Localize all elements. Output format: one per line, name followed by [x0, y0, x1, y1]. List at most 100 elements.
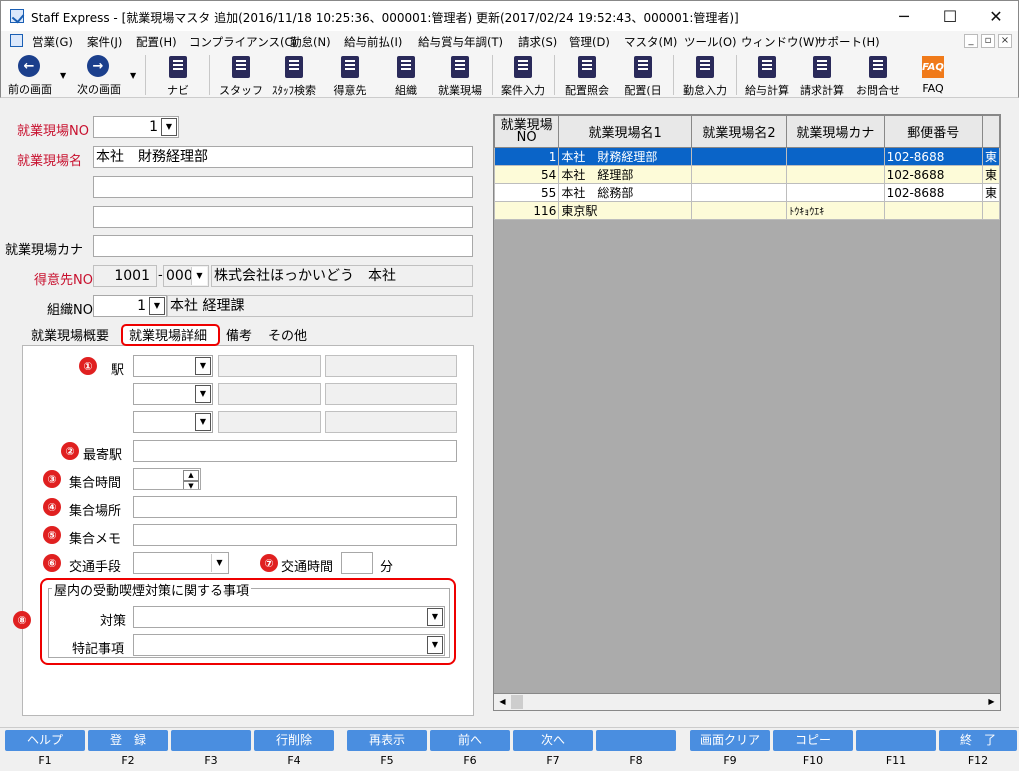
chevron-down-icon: ▼ [211, 554, 227, 572]
table-row[interactable]: 55 本社 総務部 102-8688 東 [494, 183, 1000, 202]
meeting-place-label: 集合場所 [69, 504, 122, 519]
menu-sales[interactable]: 営業(G) [32, 34, 73, 50]
menu-tools[interactable]: ツール(O) [684, 34, 737, 50]
meeting-memo-field[interactable] [133, 524, 457, 546]
menu-window[interactable]: ウィンドウ(W) [741, 34, 819, 50]
column-header-kana[interactable]: 就業現場カナ [786, 115, 885, 148]
site-no-select[interactable]: 1 ▼ [93, 116, 179, 138]
marker-4: ④ [43, 498, 61, 516]
menu-advance-pay[interactable]: 給与前払(I) [344, 34, 402, 50]
tab-site-details[interactable]: 就業現場詳細 [129, 325, 207, 344]
work-site-button[interactable]: 就業現場 [432, 53, 488, 97]
menu-compliance[interactable]: コンプライアンス(C) [189, 34, 297, 50]
scroll-thumb[interactable] [511, 695, 523, 709]
menu-payroll[interactable]: 給与賞与年調(T) [418, 34, 503, 50]
transport-select[interactable]: ▼ [133, 552, 229, 574]
f12-exit-button[interactable]: 終 了 [939, 730, 1017, 751]
f11-button[interactable] [856, 730, 936, 751]
prev-dropdown-icon[interactable]: ▼ [60, 71, 66, 80]
mdi-restore-button[interactable]: ▫ [981, 34, 995, 48]
tab-site-overview[interactable]: 就業現場概要 [31, 325, 109, 344]
f4-delete-row-button[interactable]: 行削除 [254, 730, 334, 751]
nearest-station-field[interactable] [133, 440, 457, 462]
special-note-select[interactable]: ▼ [133, 634, 445, 656]
f1-help-button[interactable]: ヘルプ [5, 730, 85, 751]
menu-billing[interactable]: 請求(S) [518, 34, 557, 50]
attendance-entry-button[interactable]: 勤怠入力 [677, 53, 733, 97]
org-no-select[interactable]: 1 ▼ [93, 295, 167, 317]
job-entry-button[interactable]: 案件入力 [497, 53, 549, 97]
site-kana-field[interactable] [93, 235, 473, 257]
column-header-extra[interactable] [981, 115, 1000, 148]
customer-no-separator: - [158, 268, 163, 283]
arrow-right-icon: → [87, 55, 109, 77]
site-name3-field[interactable] [93, 206, 473, 228]
assignment-day-button[interactable]: 配置(日 [617, 53, 669, 97]
org-name-field: 本社 経理課 [167, 295, 473, 317]
menu-admin[interactable]: 管理(D) [569, 34, 610, 50]
next-dropdown-icon[interactable]: ▼ [130, 71, 136, 80]
f5-refresh-button[interactable]: 再表示 [347, 730, 427, 751]
table-row[interactable]: 1 本社 財務経理部 102-8688 東 [494, 147, 1000, 166]
menu-attendance[interactable]: 勤怠(N) [290, 34, 331, 50]
site-list-grid[interactable]: 就業現場 NO 就業現場名1 就業現場名2 就業現場カナ 郵便番号 1 本社 財… [493, 114, 1001, 711]
chevron-down-icon: ▼ [195, 357, 211, 375]
menu-support[interactable]: サポート(H) [816, 34, 880, 50]
mdi-minimize-button[interactable]: _ [964, 34, 978, 48]
f10-copy-button[interactable]: コピー [773, 730, 853, 751]
next-screen-button[interactable]: → 次の画面 [73, 53, 125, 97]
f9-clear-screen-button[interactable]: 画面クリア [690, 730, 770, 751]
table-row[interactable]: 54 本社 経理部 102-8688 東 [494, 165, 1000, 184]
f8-button[interactable] [596, 730, 676, 751]
tab-notes[interactable]: 備考 [226, 325, 252, 344]
toolbar: ← 前の画面 ▼ → 次の画面 ▼ ナビ スタッフ ｽﾀｯﾌ検索 得意先 組織 … [0, 51, 1019, 98]
column-header-no[interactable]: 就業現場 NO [494, 115, 560, 148]
f6-previous-button[interactable]: 前へ [430, 730, 510, 751]
staff-button[interactable]: スタッフ [219, 53, 263, 97]
organization-button[interactable]: 組織 [384, 53, 428, 97]
assignment-inquiry-button[interactable]: 配置照会 [561, 53, 613, 97]
menu-jobs[interactable]: 案件(J) [87, 34, 122, 50]
close-button[interactable]: ✕ [973, 1, 1019, 32]
app-icon [10, 9, 24, 23]
station-line-select-1[interactable]: ▼ [133, 355, 213, 377]
maximize-button[interactable]: ☐ [927, 1, 973, 32]
navi-button[interactable]: ナビ [158, 53, 198, 97]
scroll-right-icon[interactable]: ▶ [984, 695, 999, 709]
meeting-time-field[interactable]: ▲ ▼ [133, 468, 201, 490]
f2-register-button[interactable]: 登 録 [88, 730, 168, 751]
customer-branch-select[interactable]: 000 ▼ [163, 265, 209, 287]
column-header-name1[interactable]: 就業現場名1 [558, 115, 692, 148]
navi-icon [169, 56, 187, 78]
spinner-icon[interactable]: ▲ ▼ [183, 470, 199, 489]
measure-select[interactable]: ▼ [133, 606, 445, 628]
tab-other[interactable]: その他 [268, 325, 307, 344]
faq-button[interactable]: FAQ FAQ [911, 53, 955, 97]
site-name-field[interactable]: 本社 財務経理部 [93, 146, 473, 168]
meeting-place-field[interactable] [133, 496, 457, 518]
column-header-name2[interactable]: 就業現場名2 [690, 115, 788, 148]
customer-no-field[interactable]: 1001 [93, 265, 157, 287]
inquiry-button[interactable]: お問合せ [852, 53, 904, 97]
f3-button[interactable] [171, 730, 251, 751]
mdi-close-button[interactable]: × [998, 34, 1012, 48]
menu-master[interactable]: マスタ(M) [624, 34, 677, 50]
site-name2-field[interactable] [93, 176, 473, 198]
staff-search-button[interactable]: ｽﾀｯﾌ検索 [267, 53, 321, 97]
station-line-select-3[interactable]: ▼ [133, 411, 213, 433]
station-line-select-2[interactable]: ▼ [133, 383, 213, 405]
f7-next-button[interactable]: 次へ [513, 730, 593, 751]
function-key-bar: ヘルプ F1 登 録 F2 F3 行削除 F4 再表示 F5 前へ F6 次へ … [0, 727, 1019, 771]
billing-calc-button[interactable]: 請求計算 [796, 53, 848, 97]
customer-button[interactable]: 得意先 [328, 53, 372, 97]
payroll-calc-button[interactable]: 給与計算 [741, 53, 793, 97]
horizontal-scrollbar[interactable]: ◀ ▶ [493, 693, 1001, 711]
prev-screen-button[interactable]: ← 前の画面 [5, 53, 55, 97]
minimize-button[interactable]: ─ [881, 1, 927, 32]
travel-time-field[interactable] [341, 552, 373, 574]
table-row[interactable]: 116 東京駅 ﾄｳｷｮｳｴｷ [494, 201, 1000, 220]
staff-search-icon [285, 56, 303, 78]
scroll-left-icon[interactable]: ◀ [495, 695, 510, 709]
column-header-zip[interactable]: 郵便番号 [883, 115, 983, 148]
menu-assignment[interactable]: 配置(H) [136, 34, 177, 50]
